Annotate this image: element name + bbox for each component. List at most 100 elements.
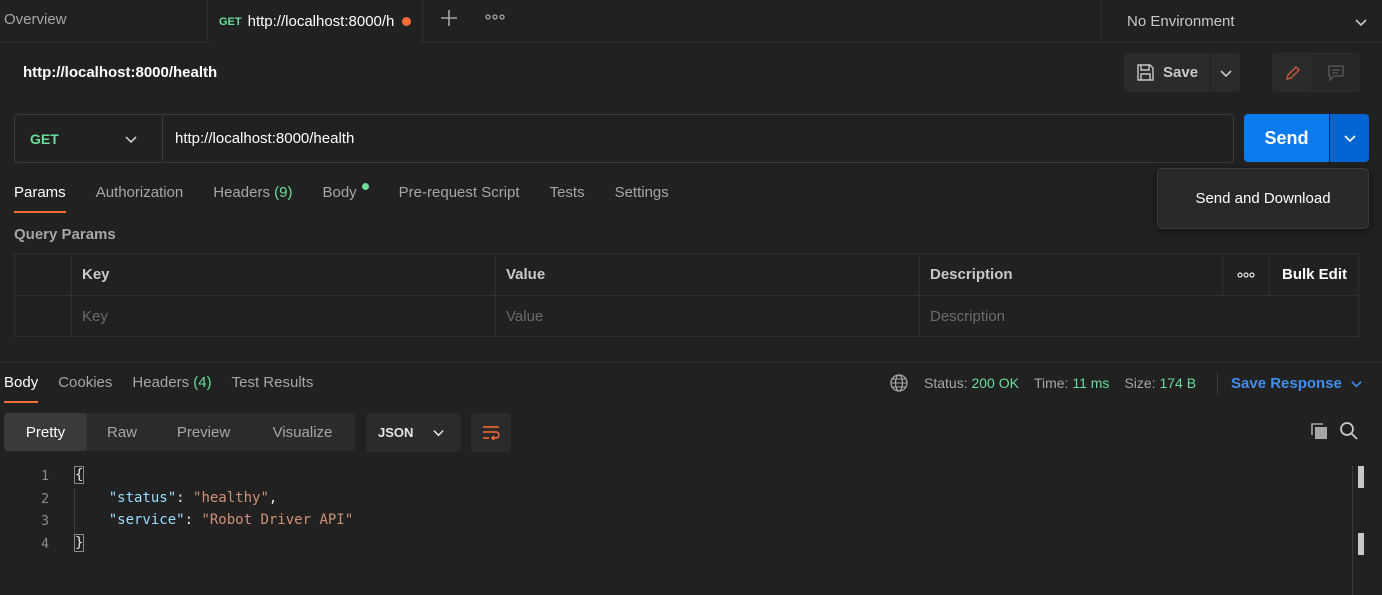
value-column-header: Value <box>496 254 920 296</box>
comment-icon <box>1328 64 1344 82</box>
save-label: Save <box>1163 64 1199 81</box>
comments-button[interactable] <box>1316 55 1356 90</box>
key-column-header: Key <box>72 254 496 296</box>
more-options-icon <box>1237 271 1255 278</box>
status-value: 200 OK <box>971 375 1019 391</box>
chevron-down-icon <box>433 430 444 437</box>
view-preview[interactable]: Preview <box>157 413 250 451</box>
status-info[interactable]: Status: 200 OK <box>924 375 1019 391</box>
save-options-button[interactable] <box>1211 53 1240 92</box>
headers-count: (9) <box>274 184 293 201</box>
response-tab-cookies-label: Cookies <box>58 374 113 391</box>
tab-overview[interactable]: Overview <box>0 0 208 42</box>
view-pretty[interactable]: Pretty <box>4 413 87 451</box>
view-visualize[interactable]: Visualize <box>250 413 355 451</box>
time-value: 11 ms <box>1072 375 1110 391</box>
tab-overview-label: Overview <box>4 11 67 28</box>
edit-button[interactable] <box>1274 55 1312 90</box>
key-input[interactable]: Key <box>72 296 496 337</box>
more-tabs-icon[interactable] <box>484 10 506 24</box>
save-response-button[interactable]: Save Response <box>1231 375 1363 392</box>
body-indicator-dot-icon <box>361 183 369 190</box>
response-view-toggle: Pretty Raw Preview Visualize <box>4 413 355 451</box>
request-tabs: Params Authorization Headers (9) Body Pr… <box>14 183 669 213</box>
json-value: "healthy" <box>193 490 269 506</box>
save-icon <box>1137 64 1154 81</box>
description-column-header: Description <box>920 254 1223 296</box>
search-icon[interactable] <box>1339 421 1359 441</box>
tab-request-health[interactable]: GET http://localhost:8000/h <box>209 0 423 43</box>
method-select[interactable]: GET <box>15 115 163 162</box>
tab-pre-request-script[interactable]: Pre-request Script <box>399 184 520 213</box>
json-key: "status" <box>108 490 177 506</box>
wrap-lines-icon <box>483 425 500 440</box>
globe-icon[interactable] <box>889 373 909 393</box>
new-tab-plus-icon[interactable] <box>437 6 461 30</box>
response-tab-test-results[interactable]: Test Results <box>232 374 314 403</box>
copy-icon[interactable] <box>1309 421 1329 441</box>
line-number: 2 <box>41 492 49 507</box>
response-meta: Status: 200 OK Time: 11 ms Size: 174 B <box>924 375 1196 391</box>
size-info[interactable]: Size: 174 B <box>1124 375 1196 391</box>
chevron-down-icon <box>125 135 137 143</box>
method-label: GET <box>30 130 59 147</box>
tab-params[interactable]: Params <box>14 184 66 213</box>
status-divider <box>1217 372 1218 394</box>
query-params-table: Key Value Description Bulk Edit Key Valu… <box>14 253 1359 337</box>
response-divider[interactable] <box>0 362 1382 363</box>
code-line: "service": "Robot Driver API" <box>108 512 354 528</box>
wrap-lines-button[interactable] <box>471 413 511 452</box>
open-brace: { <box>73 466 85 484</box>
column-options-button[interactable] <box>1223 254 1270 296</box>
scrollbar-thumb[interactable] <box>1358 533 1364 555</box>
code-line: "status": "healthy", <box>108 490 278 506</box>
tab-authorization[interactable]: Authorization <box>96 184 184 213</box>
tab-body[interactable]: Body <box>322 183 369 213</box>
chevron-down-icon <box>1351 381 1362 388</box>
response-tab-body-label: Body <box>4 374 39 391</box>
json-value: "Robot Driver API" <box>201 512 354 528</box>
code-line: { <box>73 466 85 484</box>
send-and-download-label: Send and Download <box>1195 190 1331 207</box>
environment-select[interactable]: No Environment <box>1101 0 1382 43</box>
response-tabs: Body Cookies Headers (4) Test Results <box>4 374 313 403</box>
time-info[interactable]: Time: 11 ms <box>1034 375 1109 391</box>
send-options-button[interactable] <box>1330 114 1369 162</box>
scrollbar-thumb[interactable] <box>1358 466 1364 488</box>
response-tab-test-results-label: Test Results <box>231 374 314 391</box>
response-tab-cookies[interactable]: Cookies <box>58 374 112 403</box>
format-label: JSON <box>378 425 414 440</box>
row-checkbox-cell[interactable] <box>15 296 72 337</box>
tab-authorization-label: Authorization <box>95 184 184 201</box>
view-raw[interactable]: Raw <box>87 413 157 451</box>
tab-pre-request-label: Pre-request Script <box>398 184 520 201</box>
request-title[interactable]: http://localhost:8000/health <box>23 64 217 81</box>
tab-settings-label: Settings <box>614 184 669 201</box>
send-and-download-menu-item[interactable]: Send and Download <box>1157 168 1369 229</box>
send-button[interactable]: Send <box>1244 114 1329 162</box>
tab-url-label: http://localhost:8000/h <box>247 13 394 30</box>
query-params-title: Query Params <box>14 226 116 243</box>
format-select[interactable]: JSON <box>366 413 461 452</box>
size-value: 174 B <box>1159 375 1197 391</box>
url-input[interactable] <box>175 128 1215 148</box>
tab-headers-label: Headers <box>213 184 270 201</box>
response-tab-headers[interactable]: Headers (4) <box>132 374 211 403</box>
response-tab-body[interactable]: Body <box>4 374 39 403</box>
tab-body-label: Body <box>322 184 357 201</box>
tab-tests[interactable]: Tests <box>550 184 585 213</box>
size-label: Size: <box>1124 375 1156 391</box>
line-number: 4 <box>41 537 49 552</box>
tab-headers[interactable]: Headers (9) <box>213 184 292 213</box>
chevron-down-icon <box>1343 135 1356 143</box>
chevron-down-icon <box>1219 69 1232 77</box>
save-button[interactable]: Save <box>1124 53 1210 92</box>
description-input[interactable]: Description <box>920 296 1359 337</box>
bulk-edit-button[interactable]: Bulk Edit <box>1270 254 1359 296</box>
code-line: } <box>73 534 85 552</box>
tab-settings[interactable]: Settings <box>615 184 669 213</box>
checkbox-header-cell <box>15 254 72 296</box>
response-headers-count: (4) <box>193 374 212 391</box>
tab-params-label: Params <box>14 184 66 201</box>
value-input[interactable]: Value <box>496 296 920 337</box>
